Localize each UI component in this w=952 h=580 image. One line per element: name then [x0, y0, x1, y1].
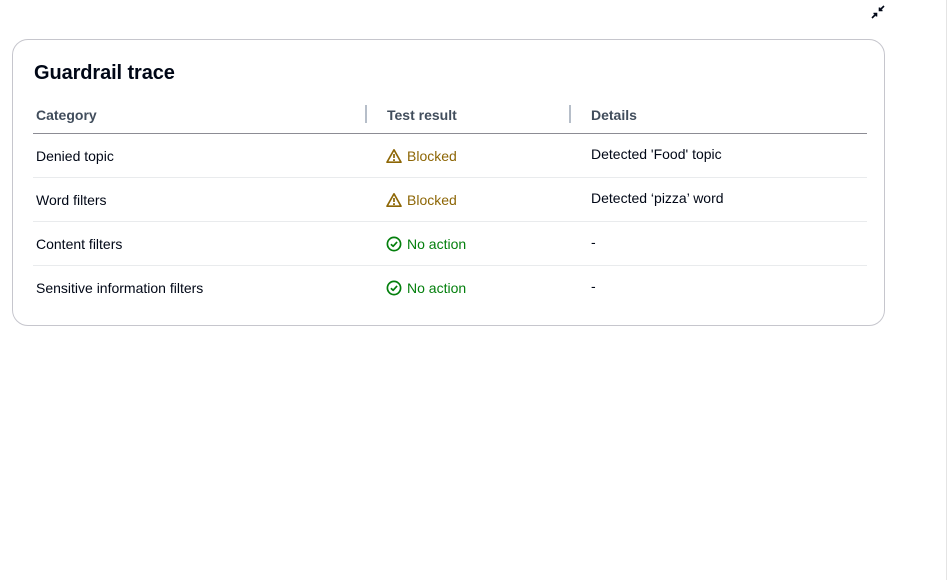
guardrail-trace-panel: Guardrail trace Category Test result Det… — [12, 39, 885, 326]
check-circle-icon — [386, 236, 402, 252]
result-label: No action — [407, 280, 467, 296]
scrollbar-track[interactable] — [946, 0, 952, 580]
warning-icon — [386, 193, 402, 207]
result-cell: No action — [386, 236, 466, 252]
details-cell: Detected ‘pizza’ word — [591, 190, 724, 206]
result-label: No action — [407, 236, 467, 252]
collapse-icon — [871, 5, 885, 19]
page: Guardrail trace Category Test result Det… — [0, 0, 952, 580]
table-row: Denied topic Blocked Detected 'Food' top… — [33, 134, 867, 178]
column-header-test-result[interactable]: Test result — [387, 107, 457, 123]
table-row: Content filters No action - — [33, 222, 867, 266]
details-cell: - — [591, 278, 596, 294]
details-cell: - — [591, 234, 596, 250]
warning-icon — [386, 149, 402, 163]
result-label: Blocked — [407, 192, 457, 208]
result-cell: Blocked — [386, 192, 457, 208]
column-header-details[interactable]: Details — [591, 107, 637, 123]
collapse-button[interactable] — [868, 2, 888, 22]
table-row: Word filters Blocked Detected ‘pizza’ wo… — [33, 178, 867, 222]
trace-table: Category Test result Details Denied topi… — [33, 100, 867, 309]
category-cell: Content filters — [36, 236, 123, 252]
result-label: Blocked — [407, 148, 457, 164]
column-resizer[interactable] — [365, 105, 367, 123]
result-cell: Blocked — [386, 148, 457, 164]
column-header-category[interactable]: Category — [36, 107, 97, 123]
panel-title: Guardrail trace — [34, 62, 175, 84]
category-cell: Word filters — [36, 192, 107, 208]
category-cell: Denied topic — [36, 148, 114, 164]
table-header: Category Test result Details — [33, 100, 867, 134]
table-row: Sensitive information filters No action … — [33, 266, 867, 309]
column-resizer[interactable] — [569, 105, 571, 123]
details-cell: Detected 'Food' topic — [591, 146, 722, 162]
category-cell: Sensitive information filters — [36, 280, 204, 296]
check-circle-icon — [386, 280, 402, 296]
result-cell: No action — [386, 280, 466, 296]
